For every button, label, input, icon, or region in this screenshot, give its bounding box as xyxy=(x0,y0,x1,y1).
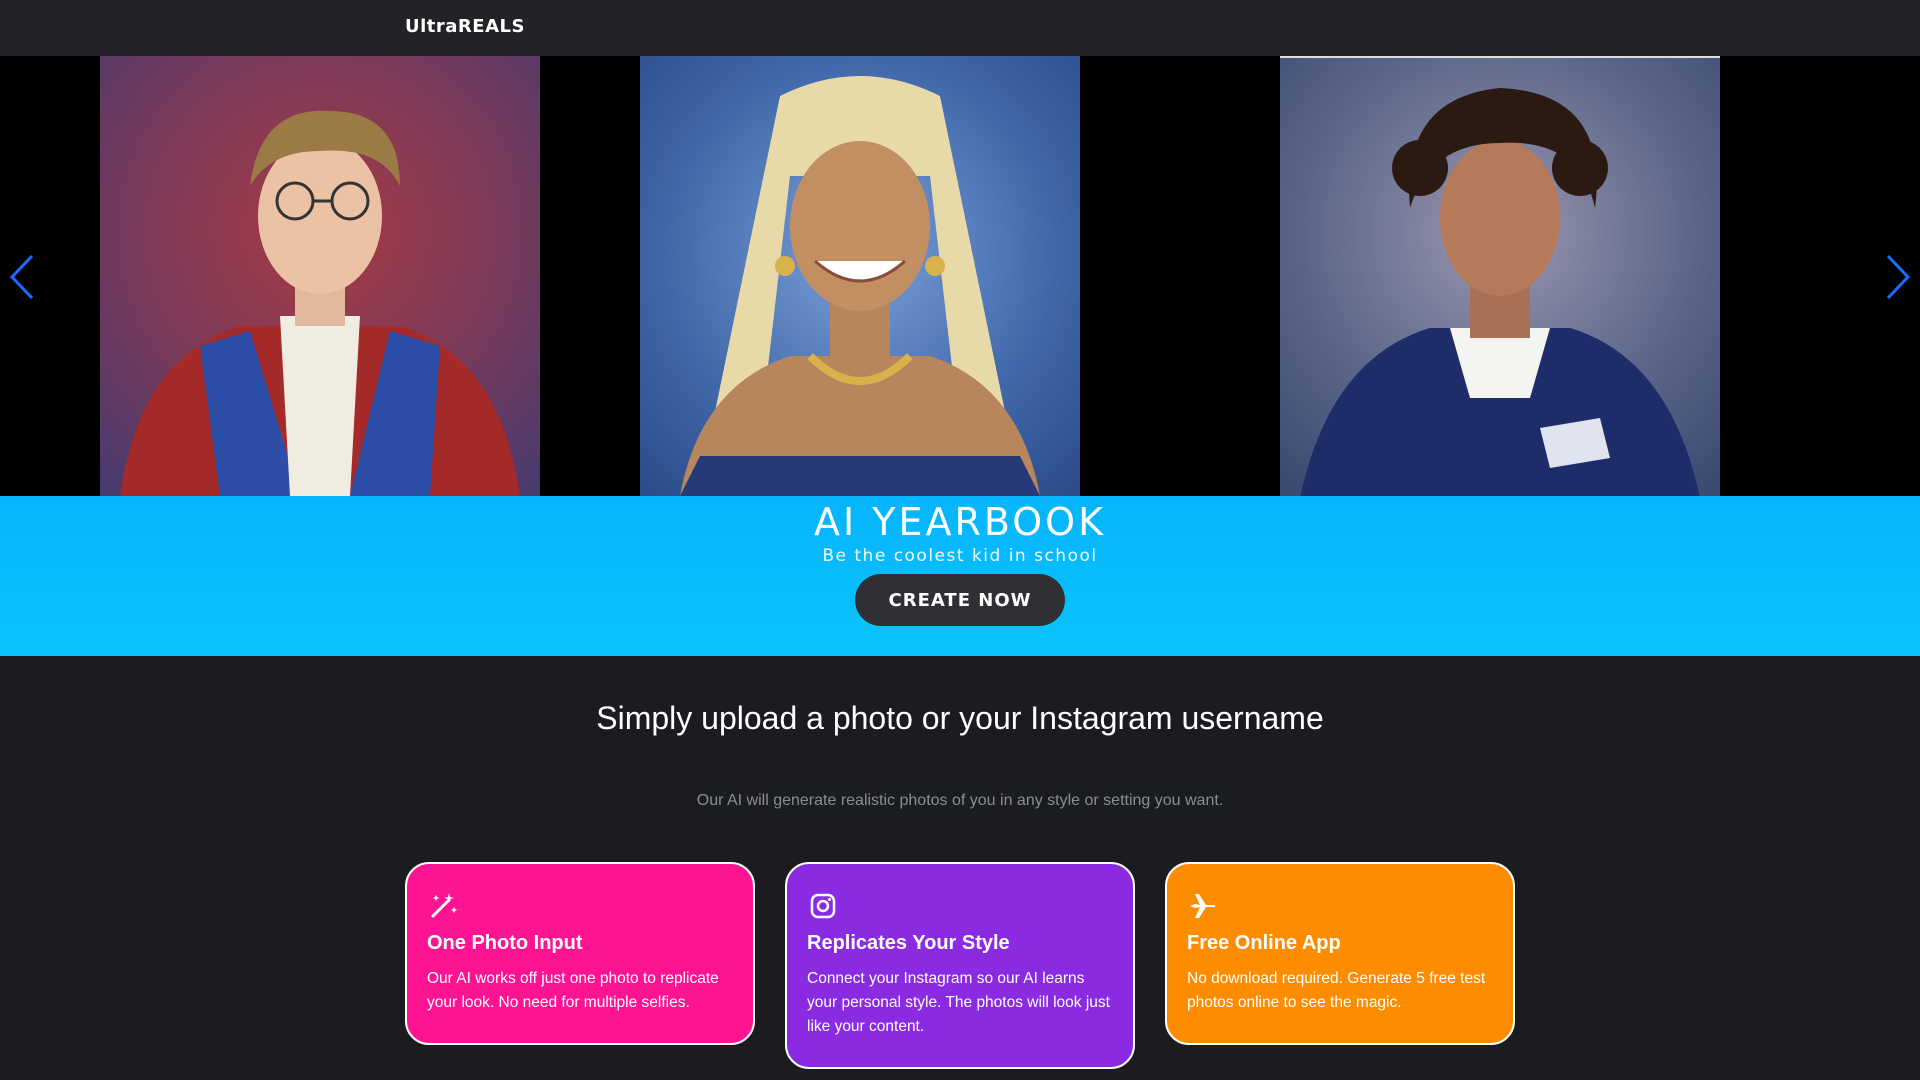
features-subtitle: Our AI will generate realistic photos of… xyxy=(696,792,1224,809)
portrait-image xyxy=(1280,58,1720,496)
portrait-carousel xyxy=(0,56,1920,496)
top-navbar: UltraREALS xyxy=(0,0,1920,56)
portrait-image xyxy=(640,56,1080,496)
airplane-icon xyxy=(1190,894,1216,918)
chevron-right-icon xyxy=(1886,254,1911,300)
card-text: No download required. Generate 5 free te… xyxy=(1187,970,1486,1011)
instagram-icon xyxy=(810,893,836,919)
brand-logo[interactable]: UltraREALS xyxy=(405,16,525,37)
features-title: Simply upload a photo or your Instagram … xyxy=(596,700,1324,736)
hero-title: AI YEARBOOK xyxy=(813,500,1107,544)
feature-card-free-app: Free Online App No download required. Ge… xyxy=(1165,862,1515,1045)
carousel-slide xyxy=(1280,56,1720,496)
feature-card-one-photo: One Photo Input Our AI works off just on… xyxy=(405,862,755,1045)
portrait-image xyxy=(100,56,540,496)
carousel-slide xyxy=(100,56,540,496)
hero-subtitle: Be the coolest kid in school xyxy=(822,546,1098,566)
card-text: Our AI works off just one photo to repli… xyxy=(427,970,719,1011)
card-text: Connect your Instagram so our AI learns … xyxy=(807,970,1110,1035)
hero-banner: AI YEARBOOK Be the coolest kid in school… xyxy=(0,496,1920,656)
create-now-button[interactable]: CREATE NOW xyxy=(855,574,1065,626)
magic-wand-icon xyxy=(431,893,457,918)
card-title: Free Online App xyxy=(1187,932,1341,954)
carousel-prev-button[interactable] xyxy=(8,252,38,302)
carousel-next-button[interactable] xyxy=(1882,252,1912,302)
chevron-left-icon xyxy=(9,254,34,300)
card-title: Replicates Your Style xyxy=(807,932,1010,954)
feature-card-style: Replicates Your Style Connect your Insta… xyxy=(785,862,1135,1069)
carousel-slide xyxy=(640,56,1080,496)
card-title: One Photo Input xyxy=(427,932,583,954)
